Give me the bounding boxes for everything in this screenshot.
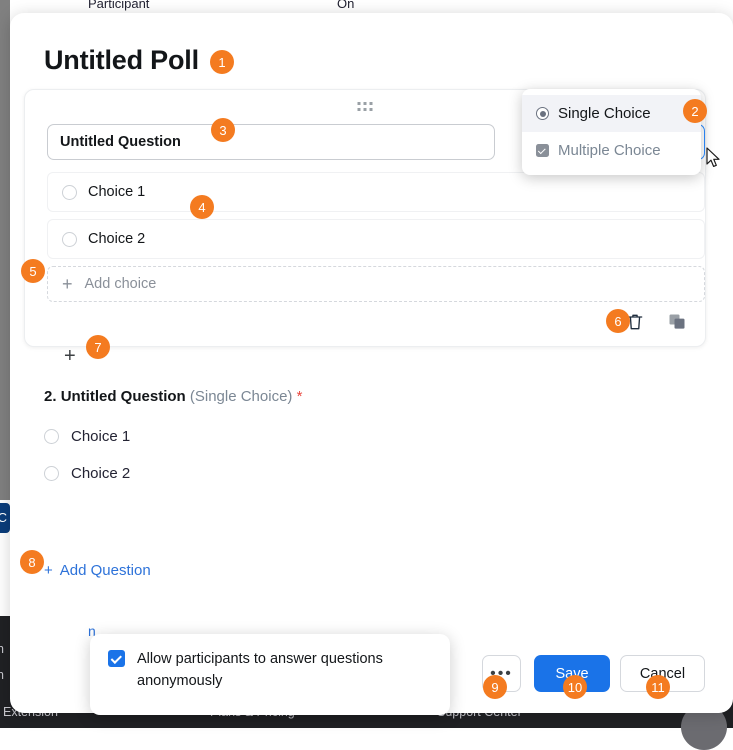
footer-side-item-1[interactable]: wn: [0, 642, 4, 656]
plus-icon: +: [62, 275, 73, 293]
checkbox-icon: [536, 144, 549, 157]
dropdown-option-single-choice[interactable]: Single Choice: [522, 95, 701, 132]
question-card-actions: [625, 312, 687, 332]
radio-unselected-icon: [62, 185, 77, 200]
preview-question-heading: 2. Untitled Question (Single Choice) *: [44, 388, 302, 405]
anonymous-checkbox[interactable]: [108, 650, 125, 667]
annotation-badge-3: 3: [211, 118, 235, 142]
preview-question-type: (Single Choice): [190, 388, 293, 405]
add-choice-label: Add choice: [85, 276, 157, 292]
annotation-badge-5: 5: [21, 259, 45, 283]
radio-selected-icon: [536, 107, 549, 120]
dropdown-option-label: Single Choice: [558, 105, 651, 122]
preview-choice-label: Choice 2: [71, 465, 130, 482]
question-type-dropdown-menu: Single Choice Multiple Choice: [522, 89, 701, 175]
annotation-badge-6: 6: [606, 309, 630, 333]
poll-editor-modal: Untitled Poll Single Choice Choice 1 Cho…: [10, 13, 733, 713]
radio-unselected-icon: [62, 232, 77, 247]
left-gray-strip: [0, 0, 10, 500]
choice-row[interactable]: Choice 1: [47, 172, 705, 212]
choice-label: Choice 2: [88, 231, 145, 247]
radio-unselected-icon: [44, 429, 59, 444]
preview-choice[interactable]: Choice 1: [44, 428, 130, 445]
bg-label-on: On: [337, 0, 354, 11]
annotation-badge-8: 8: [20, 550, 44, 574]
preview-choice-label: Choice 1: [71, 428, 130, 445]
page-title: Untitled Poll: [44, 45, 199, 76]
mouse-cursor: [706, 147, 722, 169]
choice-row[interactable]: Choice 2: [47, 219, 705, 259]
dropdown-option-label: Multiple Choice: [558, 142, 661, 159]
annotation-badge-1: 1: [210, 50, 234, 74]
annotation-badge-11: 11: [646, 675, 670, 699]
preview-question-number: 2.: [44, 388, 57, 405]
plus-icon: +: [44, 562, 53, 579]
annotation-badge-7: 7: [86, 335, 110, 359]
anonymous-setting-popover: Allow participants to answer questions a…: [90, 634, 450, 715]
add-question-inline-plus-icon[interactable]: +: [64, 346, 76, 366]
duplicate-icon[interactable]: [667, 312, 687, 332]
drag-dots-icon[interactable]: [358, 102, 373, 113]
bg-label-participant: Participant: [88, 0, 149, 11]
radio-unselected-icon: [44, 466, 59, 481]
choice-label: Choice 1: [88, 184, 145, 200]
preview-choice[interactable]: Choice 2: [44, 465, 130, 482]
annotation-badge-2: 2: [683, 99, 707, 123]
annotation-badge-9: 9: [483, 675, 507, 699]
annotation-badge-10: 10: [563, 675, 587, 699]
anonymous-checkbox-label: Allow participants to answer questions a…: [137, 648, 432, 693]
preview-question-text: Untitled Question: [61, 388, 186, 405]
dropdown-option-multiple-choice[interactable]: Multiple Choice: [522, 132, 701, 169]
preview-required-asterisk: *: [297, 388, 303, 405]
add-question-button[interactable]: + Add Question: [44, 562, 151, 579]
add-question-label: Add Question: [60, 562, 151, 579]
question-title-input[interactable]: [47, 124, 495, 160]
bg-blue-button[interactable]: C: [0, 503, 10, 533]
annotation-badge-4: 4: [190, 195, 214, 219]
add-choice-button[interactable]: + Add choice: [47, 266, 705, 302]
footer-side-item-2[interactable]: cin: [0, 668, 4, 682]
